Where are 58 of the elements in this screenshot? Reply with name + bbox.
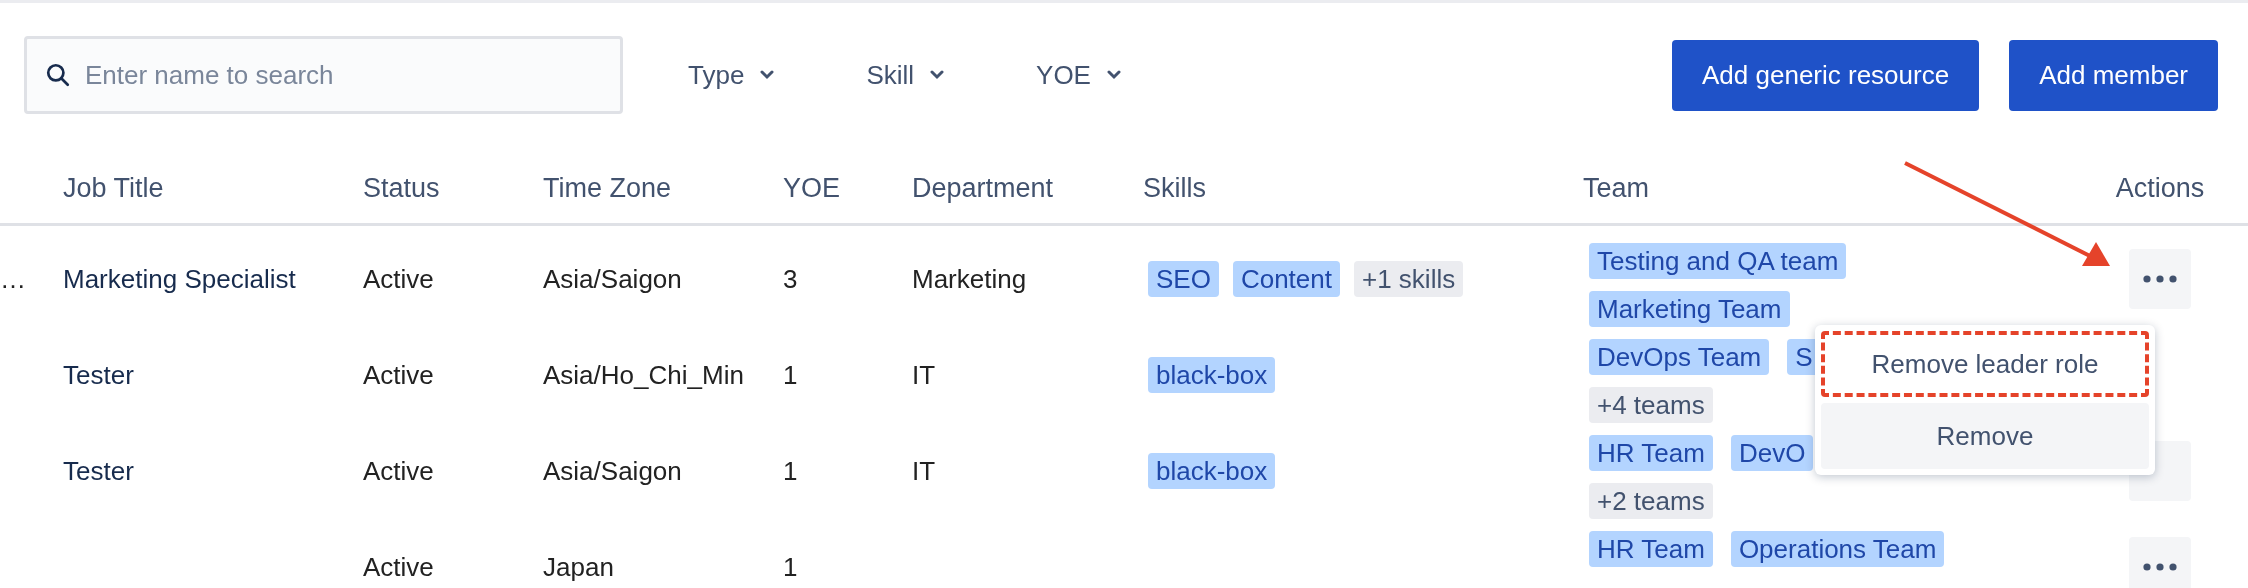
tag: black-box xyxy=(1148,453,1276,489)
menu-item[interactable]: Remove leader role xyxy=(1821,331,2149,397)
filter-dropdown[interactable]: Skill xyxy=(866,55,945,95)
search-icon xyxy=(45,61,71,89)
chevron-down-icon xyxy=(930,70,945,80)
table-cell: Asia/Ho_Chi_Min xyxy=(543,359,744,390)
table-cell: Marketing xyxy=(912,263,1027,294)
tag: black-box xyxy=(1148,357,1276,393)
table-cell: Active xyxy=(363,455,434,486)
add-generic-resource-button[interactable]: Add generic resource xyxy=(1672,39,1980,111)
tag: Operations Team xyxy=(1730,531,1945,567)
table-cell: Asia/Saigon xyxy=(543,455,682,486)
more-icon xyxy=(2143,275,2177,283)
tag: Content xyxy=(1232,261,1340,297)
table-cell: Active xyxy=(363,359,434,390)
tag: DevO xyxy=(1730,435,1814,471)
column-header: Actions xyxy=(2115,172,2205,206)
table-cell: 1 xyxy=(783,455,798,486)
column-header: YOE xyxy=(783,173,841,204)
table-cell: Japan xyxy=(543,551,614,582)
table-cell: Tester xyxy=(63,455,134,486)
table-cell: Active xyxy=(363,263,434,294)
column-header: Team xyxy=(1583,173,1650,204)
chevron-down-icon xyxy=(760,70,775,80)
column-header: Skills xyxy=(1143,173,1206,204)
tag: SEO xyxy=(1148,261,1219,297)
table-cell: IT xyxy=(912,359,936,390)
more-count-tag: +2 teams xyxy=(1589,483,1713,519)
filter-dropdown[interactable]: YOE xyxy=(1036,55,1121,95)
table-cell: Asia/Saigon xyxy=(543,263,682,294)
menu-item[interactable]: Remove xyxy=(1821,403,2149,469)
table-cell: Active xyxy=(363,551,434,582)
tag: Marketing Team xyxy=(1589,291,1790,327)
column-header: Time Zone xyxy=(543,173,672,204)
table-cell: … xyxy=(0,263,26,294)
column-header: Status xyxy=(363,173,440,204)
more-count-tag: +4 teams xyxy=(1589,387,1713,423)
table-cell: 1 xyxy=(783,551,798,582)
table-cell: IT xyxy=(912,455,936,486)
add-member-button[interactable]: Add member xyxy=(2009,39,2218,111)
search-field[interactable]: Enter name to search xyxy=(24,36,623,114)
more-actions-button[interactable] xyxy=(2129,537,2191,588)
table-cell: Marketing Specialist xyxy=(63,263,296,294)
more-actions-button[interactable] xyxy=(2129,249,2191,309)
tag: DevOps Team xyxy=(1589,339,1770,375)
table-cell: 1 xyxy=(783,359,798,390)
tag: HR Team xyxy=(1589,435,1713,471)
search-input[interactable]: Enter name to search xyxy=(85,55,602,95)
more-icon xyxy=(2143,563,2177,571)
tag: HR Team xyxy=(1589,531,1713,567)
tag: Testing and QA team xyxy=(1589,243,1847,279)
chevron-down-icon xyxy=(1106,70,1121,80)
column-header: Department xyxy=(912,173,1054,204)
table-cell: 3 xyxy=(783,263,798,294)
table-cell: Tester xyxy=(63,359,134,390)
column-header: Job Title xyxy=(63,173,164,204)
more-count-tag: +1 skills xyxy=(1354,261,1464,297)
filter-dropdown[interactable]: Type xyxy=(688,55,775,95)
